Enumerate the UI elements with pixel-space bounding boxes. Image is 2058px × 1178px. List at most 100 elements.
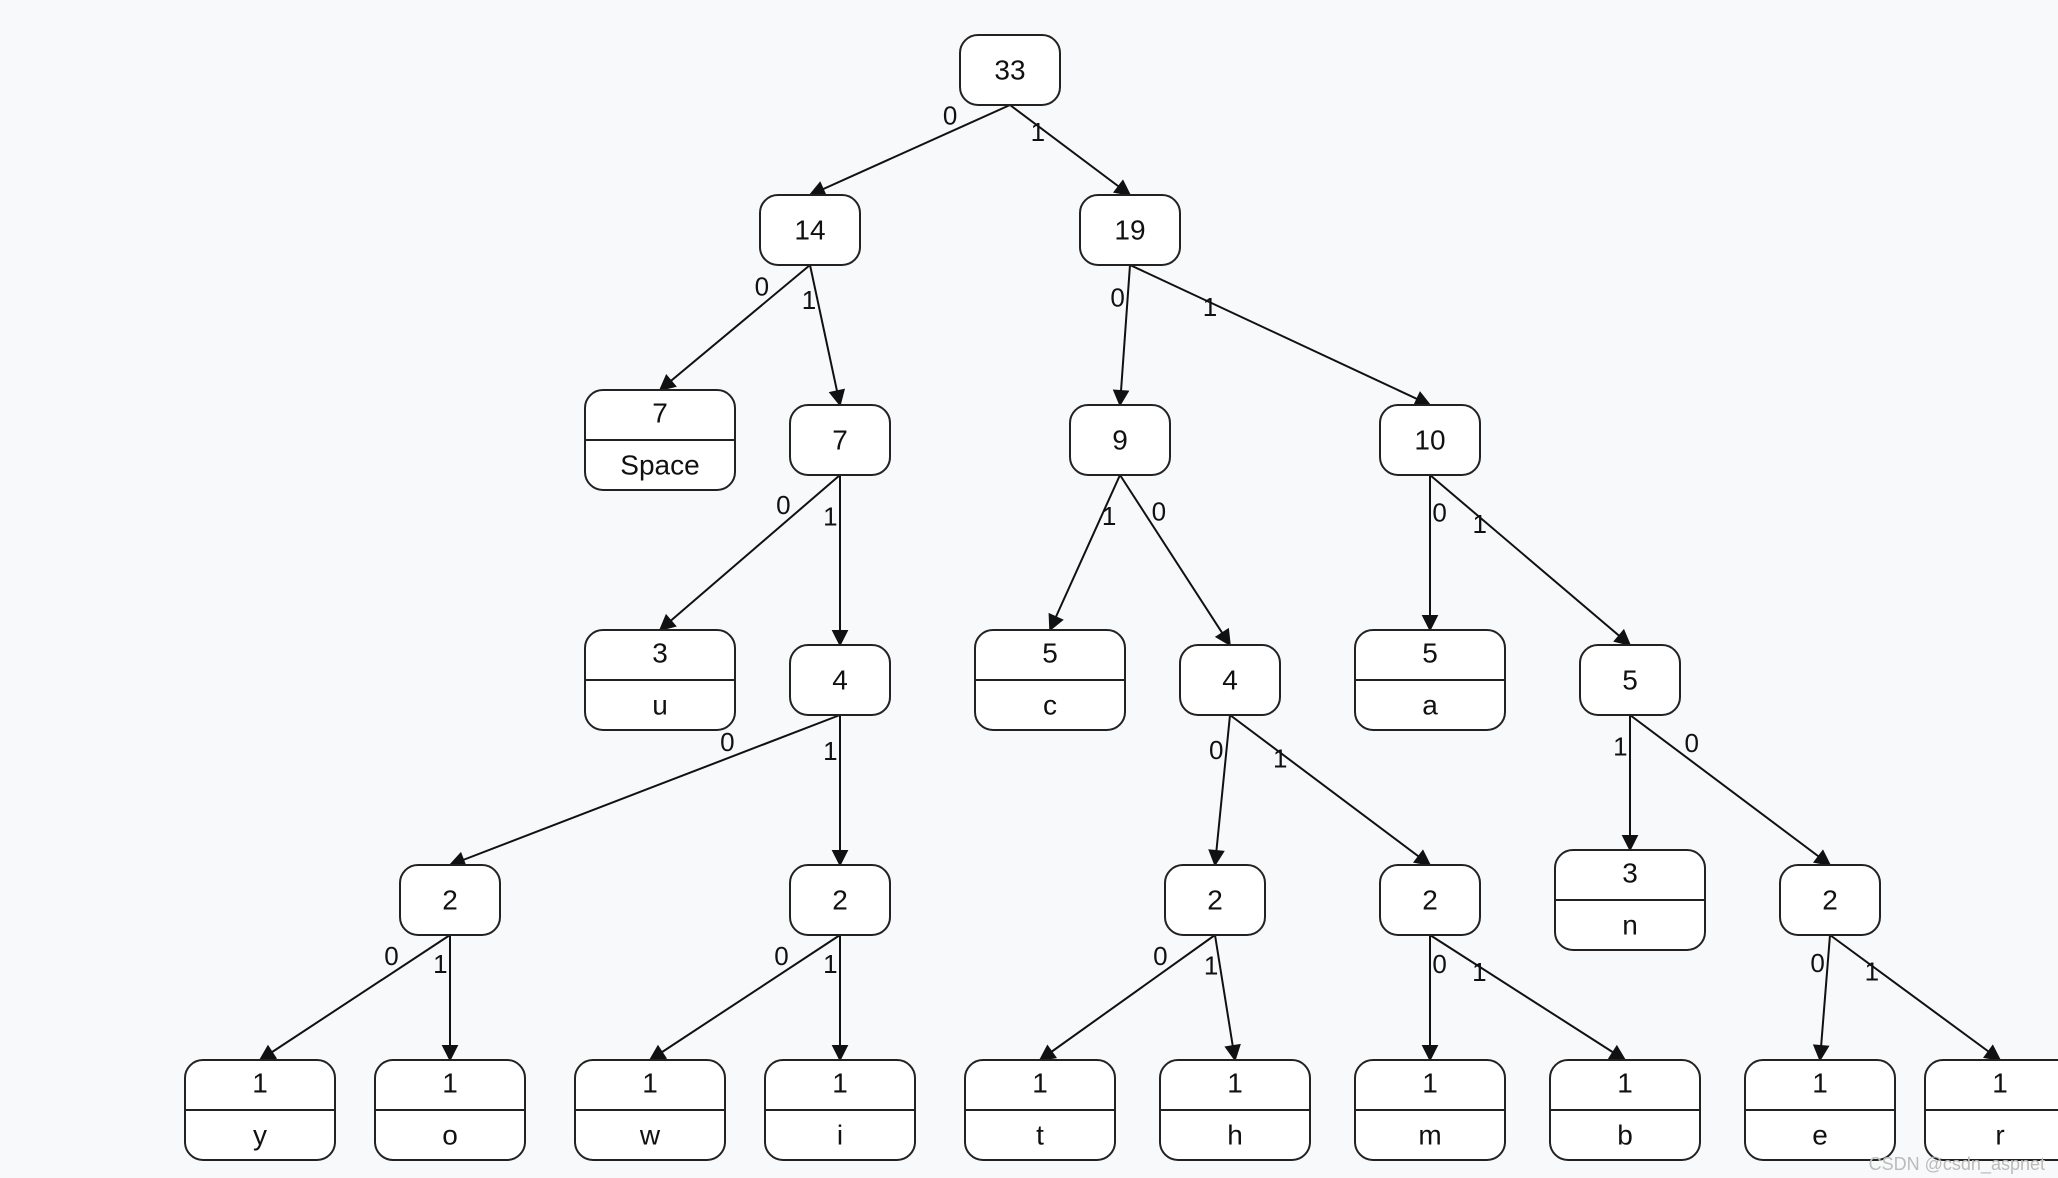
edge-label: 1: [1473, 509, 1487, 539]
tree-leaf-node: 1m: [1355, 1060, 1505, 1160]
tree-edge: [1430, 935, 1625, 1060]
tree-internal-node: 9: [1070, 405, 1170, 475]
node-symbol: w: [639, 1119, 661, 1150]
node-symbol: i: [837, 1119, 843, 1150]
node-symbol: o: [442, 1119, 458, 1150]
node-value: 2: [442, 884, 458, 915]
node-symbol: m: [1418, 1119, 1441, 1150]
tree-leaf-node: 5a: [1355, 630, 1505, 730]
node-value: 1: [1032, 1067, 1048, 1098]
tree-leaf-node: 1e: [1745, 1060, 1895, 1160]
edge-label: 0: [755, 272, 769, 302]
node-value: 14: [794, 214, 825, 245]
node-symbol: u: [652, 689, 668, 720]
node-value: 1: [642, 1067, 658, 1098]
edge-label: 0: [1152, 496, 1166, 526]
edge-label: 0: [776, 490, 790, 520]
tree-edge: [1430, 475, 1630, 645]
tree-internal-node: 7: [790, 405, 890, 475]
tree-edge: [1010, 105, 1130, 195]
node-value: 4: [1222, 664, 1238, 695]
edge-label: 1: [1203, 292, 1217, 322]
edge-label: 0: [774, 941, 788, 971]
node-value: 1: [1992, 1067, 2008, 1098]
node-symbol: n: [1622, 909, 1638, 940]
edge-label: 0: [1685, 728, 1699, 758]
node-value: 3: [1622, 857, 1638, 888]
tree-edge: [1830, 935, 2000, 1060]
node-value: 2: [1207, 884, 1223, 915]
tree-leaf-node: 1w: [575, 1060, 725, 1160]
edge-label: 0: [943, 100, 957, 130]
tree-edge: [660, 475, 840, 630]
node-value: 1: [1227, 1067, 1243, 1098]
node-value: 1: [252, 1067, 268, 1098]
node-symbol: c: [1043, 689, 1057, 720]
edge-label: 1: [1031, 117, 1045, 147]
tree-edge: [1630, 715, 1830, 865]
tree-internal-node: 2: [1380, 865, 1480, 935]
node-value: 10: [1414, 424, 1445, 455]
tree-leaf-node: 1b: [1550, 1060, 1700, 1160]
tree-edge: [260, 935, 450, 1060]
tree-edge: [1130, 265, 1430, 405]
tree-internal-node: 19: [1080, 195, 1180, 265]
tree-leaf-node: 1t: [965, 1060, 1115, 1160]
node-symbol: t: [1036, 1119, 1044, 1150]
edge-label: 0: [1810, 948, 1824, 978]
edge-label: 1: [1204, 950, 1218, 980]
tree-edge: [1050, 475, 1120, 630]
tree-edge: [1120, 475, 1230, 645]
tree-edge: [1230, 715, 1430, 865]
tree-leaf-node: 1h: [1160, 1060, 1310, 1160]
edge-label: 1: [433, 949, 447, 979]
huffman-tree-diagram: 0101010110010101100101010101 3314197Spac…: [0, 0, 2058, 1178]
node-value: 1: [442, 1067, 458, 1098]
edge-label: 0: [1110, 282, 1124, 312]
node-value: 5: [1622, 664, 1638, 695]
node-value: 7: [832, 424, 848, 455]
node-value: 1: [1422, 1067, 1438, 1098]
node-value: 4: [832, 664, 848, 695]
tree-internal-node: 10: [1380, 405, 1480, 475]
edge-label: 1: [823, 949, 837, 979]
node-symbol: e: [1812, 1119, 1828, 1150]
tree-leaf-node: 1y: [185, 1060, 335, 1160]
tree-internal-node: 2: [1780, 865, 1880, 935]
tree-internal-node: 2: [1165, 865, 1265, 935]
edge-label: 1: [1102, 501, 1116, 531]
edge-label: 1: [823, 501, 837, 531]
tree-internal-node: 14: [760, 195, 860, 265]
tree-leaf-node: 3u: [585, 630, 735, 730]
edge-label: 1: [1472, 957, 1486, 987]
node-value: 2: [1822, 884, 1838, 915]
tree-leaf-node: 7Space: [585, 390, 735, 490]
tree-leaf-node: 1i: [765, 1060, 915, 1160]
node-symbol: a: [1422, 689, 1438, 720]
node-value: 5: [1042, 637, 1058, 668]
node-symbol: r: [1995, 1119, 2004, 1150]
edge-label: 0: [720, 727, 734, 757]
tree-edge: [1040, 935, 1215, 1060]
edge-label: 1: [802, 285, 816, 315]
edge-label: 0: [1432, 949, 1446, 979]
node-value: 1: [1617, 1067, 1633, 1098]
edge-label: 0: [1209, 735, 1223, 765]
node-value: 1: [832, 1067, 848, 1098]
node-value: 19: [1114, 214, 1145, 245]
node-value: 2: [1422, 884, 1438, 915]
node-value: 9: [1112, 424, 1128, 455]
tree-internal-node: 5: [1580, 645, 1680, 715]
edge-label: 1: [1273, 744, 1287, 774]
tree-edge: [660, 265, 810, 390]
edge-label: 1: [1865, 957, 1879, 987]
tree-edge: [450, 715, 840, 865]
tree-edge: [650, 935, 840, 1060]
edge-label: 0: [1153, 941, 1167, 971]
node-value: 7: [652, 397, 668, 428]
tree-internal-node: 4: [1180, 645, 1280, 715]
node-value: 1: [1812, 1067, 1828, 1098]
edge-label: 1: [1613, 732, 1627, 762]
tree-leaf-node: 5c: [975, 630, 1125, 730]
watermark-text: CSDN @csdn_aspnet: [1869, 1154, 2045, 1175]
